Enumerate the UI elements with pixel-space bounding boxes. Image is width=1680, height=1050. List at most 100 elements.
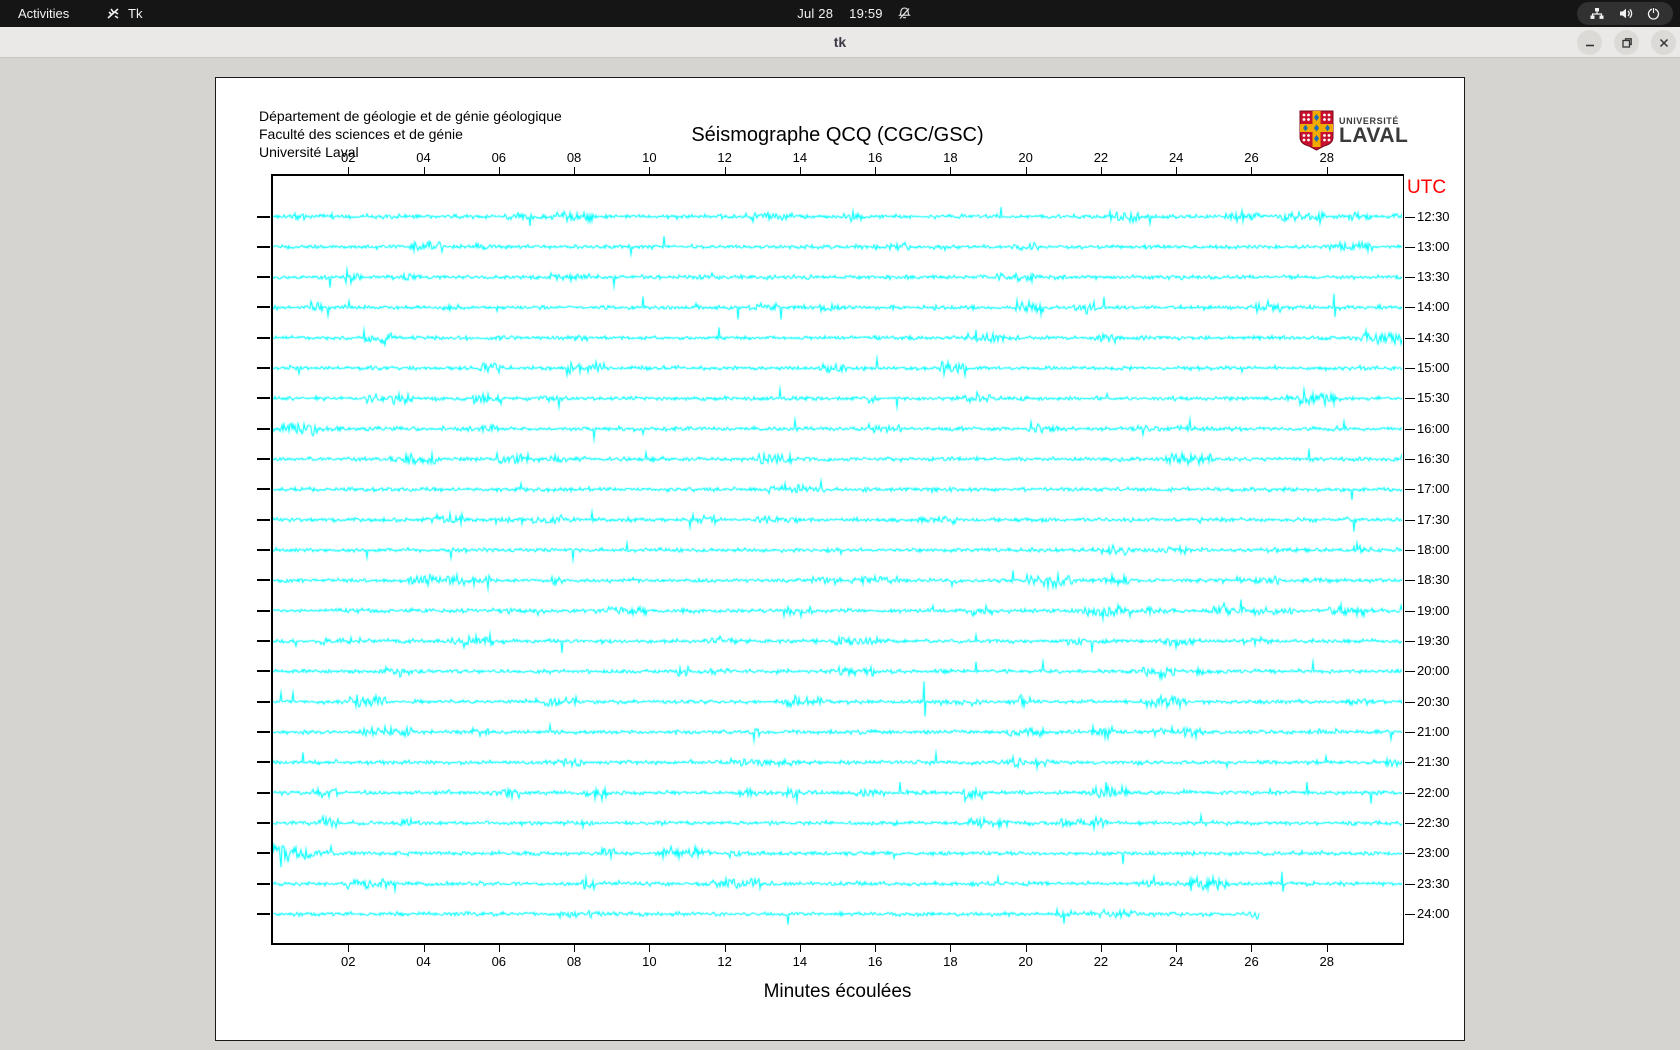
row-time-label: 20:30 — [1417, 693, 1450, 709]
row-time-label: 21:30 — [1417, 754, 1450, 770]
x-tick-label-bottom: 24 — [1168, 954, 1184, 969]
row-time-label: 15:30 — [1417, 390, 1450, 406]
plot-title: Séismographe QCQ (CGC/GSC) — [691, 124, 984, 146]
row-tick-left — [257, 822, 270, 825]
row-tick-right — [1405, 792, 1415, 794]
close-button[interactable] — [1651, 30, 1676, 55]
x-tick-bottom — [348, 945, 350, 952]
x-tick-label-top: 02 — [341, 150, 356, 165]
row-tick-left — [257, 609, 270, 612]
seismogram-canvas — [273, 176, 1402, 943]
x-tick-bottom — [799, 945, 801, 952]
x-tick-label-bottom: 04 — [416, 954, 431, 969]
x-tick-top — [950, 167, 952, 174]
row-time-label: 24:00 — [1417, 905, 1450, 921]
maximize-button[interactable] — [1614, 30, 1639, 55]
row-tick-left — [257, 427, 270, 430]
x-tick-top — [423, 167, 425, 174]
x-tick-label-top: 04 — [416, 150, 431, 165]
x-tick-bottom — [724, 945, 726, 952]
x-tick-bottom — [649, 945, 651, 952]
row-tick-left — [257, 245, 270, 248]
row-time-label: 22:00 — [1417, 784, 1450, 800]
x-tick-label-bottom: 08 — [566, 954, 582, 969]
x-tick-label-top: 18 — [943, 150, 958, 165]
row-time-label: 13:30 — [1417, 269, 1450, 285]
x-tick-label-bottom: 20 — [1018, 954, 1033, 969]
plot-frame — [271, 174, 1404, 945]
x-tick-label-bottom: 12 — [717, 954, 732, 969]
x-tick-label-top: 06 — [491, 150, 507, 165]
x-tick-label-top: 28 — [1319, 150, 1334, 165]
row-tick-left — [257, 336, 270, 339]
row-time-label: 23:30 — [1417, 875, 1450, 891]
row-tick-left — [257, 276, 270, 279]
x-tick-top — [1176, 167, 1178, 174]
clock-time: 19:59 — [849, 6, 883, 21]
row-time-label: 22:30 — [1417, 815, 1450, 831]
activities-button[interactable]: Activities — [18, 0, 69, 27]
x-tick-label-bottom: 16 — [867, 954, 883, 969]
x-tick-bottom — [875, 945, 877, 952]
row-tick-right — [1405, 519, 1415, 521]
row-tick-right — [1405, 610, 1415, 612]
x-tick-label-top: 20 — [1018, 150, 1033, 165]
row-time-label: 14:00 — [1417, 299, 1450, 315]
row-tick-left — [257, 670, 270, 673]
row-tick-right — [1405, 489, 1415, 491]
power-icon — [1647, 7, 1659, 20]
row-tick-right — [1405, 459, 1415, 461]
tk-icon — [107, 8, 119, 19]
x-tick-bottom — [1176, 945, 1178, 952]
row-tick-right — [1405, 913, 1415, 915]
tk-canvas-window: Département de géologie et de génie géol… — [215, 77, 1465, 1041]
x-tick-label-bottom: 18 — [943, 954, 958, 969]
row-tick-right — [1405, 337, 1415, 339]
laval-shield-icon — [1299, 110, 1334, 151]
row-time-label: 17:00 — [1417, 481, 1450, 497]
row-time-label: 12:30 — [1417, 208, 1450, 224]
x-tick-top — [1326, 167, 1328, 174]
x-tick-top — [649, 167, 651, 174]
row-time-label: 13:00 — [1417, 238, 1450, 254]
gnome-top-bar: Activities Tk Jul 28 19:59 — [0, 0, 1680, 27]
system-menu-button[interactable] — [1577, 2, 1673, 25]
row-time-label: 16:30 — [1417, 451, 1450, 467]
x-tick-top — [1251, 167, 1253, 174]
x-tick-label-top: 14 — [792, 150, 808, 165]
row-tick-right — [1405, 762, 1415, 764]
row-time-label: 23:00 — [1417, 845, 1450, 861]
focused-app-label: Tk — [128, 6, 143, 21]
focused-app-button[interactable]: Tk — [106, 0, 142, 27]
row-tick-left — [257, 215, 270, 218]
row-tick-right — [1405, 550, 1415, 552]
row-tick-right — [1405, 368, 1415, 370]
x-tick-label-top: 22 — [1093, 150, 1109, 165]
x-tick-label-bottom: 26 — [1244, 954, 1259, 969]
row-time-label: 19:00 — [1417, 602, 1450, 618]
x-tick-label-bottom: 28 — [1319, 954, 1334, 969]
logo-laval-label: LAVAL — [1339, 124, 1409, 147]
utc-label: UTC — [1407, 177, 1447, 198]
window-titlebar[interactable]: tk — [0, 27, 1680, 58]
x-tick-top — [799, 167, 801, 174]
x-tick-top — [875, 167, 877, 174]
minimize-button[interactable] — [1577, 30, 1602, 55]
clock-button[interactable]: Jul 28 19:59 — [797, 0, 882, 27]
row-time-label: 20:00 — [1417, 663, 1450, 679]
row-tick-left — [257, 306, 270, 309]
row-tick-right — [1405, 307, 1415, 309]
notifications-disabled-icon — [897, 6, 912, 21]
row-tick-right — [1405, 216, 1415, 218]
row-tick-right — [1405, 580, 1415, 582]
row-time-label: 18:00 — [1417, 542, 1450, 558]
row-tick-left — [257, 518, 270, 521]
x-tick-top — [348, 167, 350, 174]
row-tick-right — [1405, 428, 1415, 430]
row-tick-left — [257, 640, 270, 643]
institution-line-1: Département de géologie et de génie géol… — [259, 108, 562, 124]
x-tick-bottom — [1251, 945, 1253, 952]
university-logo: UNIVERSITÉ LAVAL — [1299, 110, 1408, 151]
row-tick-left — [257, 791, 270, 794]
row-tick-right — [1405, 398, 1415, 400]
